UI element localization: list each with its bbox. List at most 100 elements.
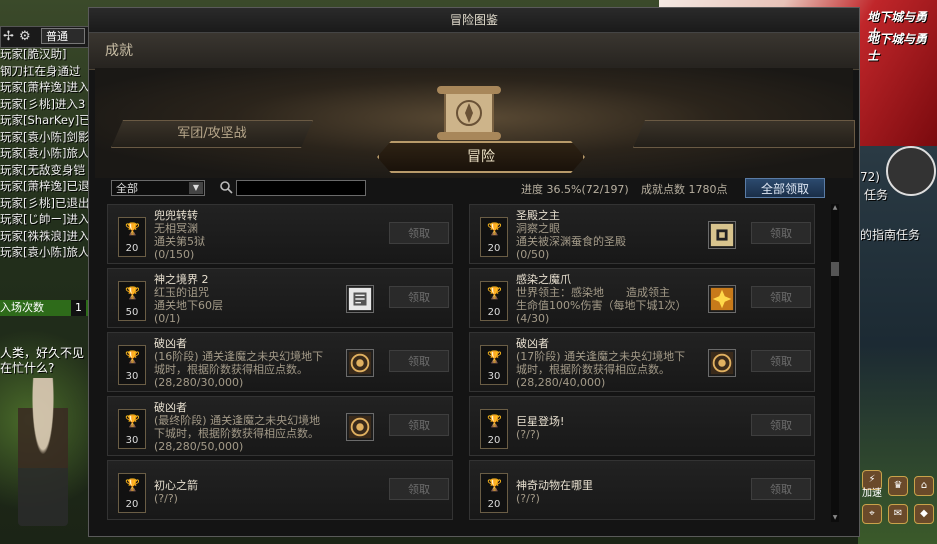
achievement-card: 🏆 20 圣殿之主 洞察之眼 通关被深渊蚕食的圣殿 (0/50) 领取 — [469, 204, 815, 264]
points-label: 成就点数 — [641, 183, 685, 196]
banner-logo: 地下城与勇士 — [867, 32, 928, 63]
achievement-desc: (16阶段) 通关逢魔之未央幻境地下 — [154, 350, 324, 363]
claim-button[interactable]: 领取 — [751, 350, 811, 372]
map-icon[interactable] — [708, 221, 736, 249]
achievement-progress: (0/1) — [154, 312, 181, 325]
achievement-text: 兜兜转转 无相冥渊 通关第5狱 (0/150) — [154, 209, 344, 261]
achievement-progress: (?/?) — [516, 428, 540, 441]
achievement-title: 圣殿之主 — [516, 209, 560, 222]
achievement-desc: (最终阶段) 通关逢魔之未央幻境地 — [154, 414, 321, 427]
chevron-down-icon[interactable]: ▼ — [189, 182, 203, 194]
chat-line: 玩家[萧梓逸]进入 — [0, 80, 90, 94]
location-icon[interactable]: ⌖ — [862, 504, 882, 524]
achievement-desc: 下城时，根据阶数获得相应点数。 — [154, 427, 319, 440]
search-input[interactable] — [236, 180, 366, 196]
scroll-icon[interactable] — [346, 285, 374, 313]
claim-button[interactable]: 领取 — [751, 286, 811, 308]
claim-button[interactable]: 领取 — [751, 222, 811, 244]
side-quest-link[interactable]: 的指南任务 — [860, 226, 920, 243]
list-scrollbar[interactable]: ▲ ▼ — [831, 204, 839, 522]
achievement-desc: 世界领主：感染地 造成领主 — [516, 286, 670, 299]
achievement-points: 50 — [125, 307, 139, 318]
trophy-icon: 🏆 — [487, 414, 502, 428]
achievement-badge: 🏆 20 — [480, 409, 508, 449]
claim-all-button[interactable]: 全部领取 — [745, 178, 825, 198]
entry-count-bar: 入场次数 1 — [0, 300, 90, 316]
emblem-icon[interactable] — [346, 349, 374, 377]
filter-toolbar: 全部 ▼ 进度 36.5%(72/197) 成就点数 1780点 全部领取 — [89, 178, 859, 204]
achievement-text: 感染之魔爪 世界领主：感染地 造成领主 生命值100%伤害（每地下城1次） (4/30… — [516, 273, 706, 325]
achievement-progress: (?/?) — [516, 492, 540, 505]
filter-select[interactable]: 全部 ▼ — [111, 180, 205, 196]
mail-icon[interactable]: ✉ — [888, 504, 908, 524]
tab-label: 冒险 — [467, 149, 495, 165]
achievement-text: 初心之箭 (?/?) — [154, 479, 344, 505]
achievement-text: 圣殿之主 洞察之眼 通关被深渊蚕食的圣殿 (0/50) — [516, 209, 706, 261]
claim-button[interactable]: 领取 — [751, 478, 811, 500]
achievement-progress: (0/50) — [516, 248, 550, 261]
achievement-title: 初心之箭 — [154, 479, 198, 492]
emblem-icon[interactable] — [708, 349, 736, 377]
crown-icon[interactable]: ♛ — [888, 476, 908, 496]
achievement-points: 20 — [487, 435, 501, 446]
achievement-desc: 通关被深渊蚕食的圣殿 — [516, 235, 626, 248]
speed-label: 加速 — [862, 488, 882, 499]
emblem-icon[interactable] — [346, 413, 374, 441]
star-icon[interactable] — [708, 285, 736, 313]
achievement-desc: (17阶段) 通关逢魔之未央幻境地下 — [516, 350, 686, 363]
guild-emblem-icon[interactable] — [886, 146, 936, 196]
game-toolbar: ✢ ⚙ 普通 — [0, 26, 90, 48]
achievement-text: 破凶者 (17阶段) 通关逢魔之未央幻境地下 城时，根据阶数获得相应点数。 (28,2… — [516, 337, 706, 389]
achievement-title: 兜兜转转 — [154, 209, 198, 222]
scroll-compass-icon — [437, 86, 501, 140]
claim-button[interactable]: 领取 — [389, 414, 449, 436]
gear-icon[interactable]: ⚙ — [19, 29, 31, 44]
tab-next[interactable] — [633, 120, 855, 148]
points-value: 1780点 — [688, 183, 728, 196]
achievement-title: 破凶者 — [154, 337, 187, 350]
achievement-points: 20 — [487, 499, 501, 510]
claim-button[interactable]: 领取 — [389, 222, 449, 244]
achievement-badge: 🏆 30 — [118, 345, 146, 385]
achievement-desc: 城时，根据阶数获得相应点数。 — [154, 363, 308, 376]
claim-button[interactable]: 领取 — [389, 286, 449, 308]
move-icon[interactable]: ✢ — [3, 29, 14, 44]
chat-mode-select[interactable]: 普通 — [41, 28, 85, 44]
achievement-points: 20 — [125, 243, 139, 254]
achievement-points: 20 — [487, 307, 501, 318]
tab-legion-raid[interactable]: 军团/攻坚战 — [111, 120, 313, 148]
trophy-icon: 🏆 — [125, 478, 140, 492]
achievement-desc: 通关第5狱 — [154, 235, 205, 248]
scroll-down-icon[interactable]: ▼ — [831, 514, 839, 522]
entry-count-value: 1 — [71, 300, 86, 316]
achievement-card: 🏆 30 破凶者 (17阶段) 通关逢魔之未央幻境地下 城时，根据阶数获得相应点数。 (2… — [469, 332, 815, 392]
claim-button[interactable]: 领取 — [389, 478, 449, 500]
achievement-card: 🏆 50 神之境界 2 红玉的诅咒 通关地下60层 (0/1) 领取 — [107, 268, 453, 328]
tab-label: 军团/攻坚战 — [177, 126, 247, 141]
claim-button[interactable]: 领取 — [751, 414, 811, 436]
cube-icon[interactable]: ◆ — [914, 504, 934, 524]
scroll-thumb[interactable] — [831, 262, 839, 276]
achievement-text: 神之境界 2 红玉的诅咒 通关地下60层 (0/1) — [154, 273, 344, 325]
achievement-title: 感染之魔爪 — [516, 273, 571, 286]
achievement-badge: 🏆 30 — [118, 409, 146, 449]
trophy-icon: 🏆 — [487, 222, 502, 236]
basket-icon[interactable]: ⌂ — [914, 476, 934, 496]
achievement-text: 破凶者 (最终阶段) 通关逢魔之未央幻境地 下城时，根据阶数获得相应点数。 (28,2… — [154, 401, 344, 453]
achievement-card: 🏆 30 破凶者 (最终阶段) 通关逢魔之未央幻境地 下城时，根据阶数获得相应点数。 (2… — [107, 396, 453, 456]
trophy-icon: 🏆 — [125, 350, 140, 364]
achievement-progress: (4/30) — [516, 312, 550, 325]
tab-adventure[interactable]: 冒险 — [377, 141, 585, 173]
achievement-progress: (0/150) — [154, 248, 195, 261]
scroll-up-icon[interactable]: ▲ — [831, 204, 839, 212]
achievement-desc: 洞察之眼 — [516, 222, 560, 235]
entry-count-label: 入场次数 — [0, 301, 44, 314]
window-title[interactable]: 冒险图鉴 — [89, 8, 859, 33]
achievement-title: 破凶者 — [154, 401, 187, 414]
chat-line: 玩家[袁小陈]剑影 — [0, 129, 90, 144]
achievement-points: 20 — [125, 499, 139, 510]
chat-line: 玩家[萧梓逸]已退 — [0, 179, 90, 193]
npc-line: 人类，好久不见 — [0, 346, 85, 360]
claim-button[interactable]: 领取 — [389, 350, 449, 372]
progress-value: 36.5%(72/197) — [546, 183, 629, 196]
